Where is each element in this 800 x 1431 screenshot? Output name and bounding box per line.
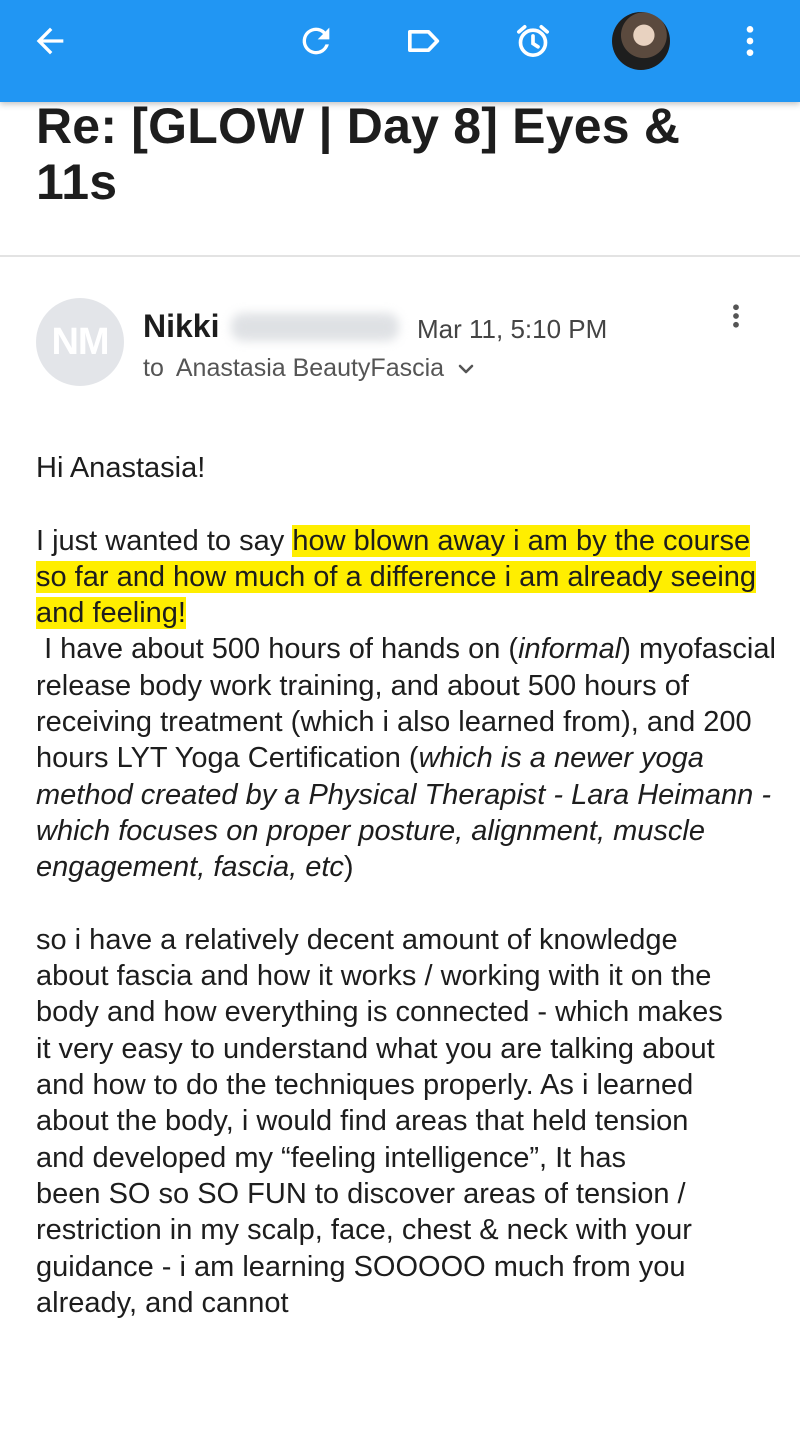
to-label: to (143, 354, 164, 382)
more-vertical-icon[interactable] (728, 19, 772, 63)
email-subject: Re: [GLOW | Day 8] Eyes & 11s (36, 98, 681, 210)
greeting: Hi Anastasia! (36, 452, 206, 484)
recipient-line[interactable]: to Anastasia BeautyFascia (143, 354, 478, 383)
body-paragraph-3: so i have a relatively decent amount of … (36, 923, 723, 1174)
email-date: Mar 11, 5:10 PM (417, 314, 608, 344)
email-body: Hi Anastasia! I just wanted to say how b… (36, 450, 776, 1321)
paragraph-1-lead: I just wanted to say (36, 524, 293, 557)
label-tag-icon[interactable] (402, 19, 446, 63)
alarm-clock-icon[interactable] (511, 19, 555, 63)
app-toolbar (0, 0, 800, 102)
header-divider (0, 255, 800, 257)
redacted-surname (231, 313, 399, 341)
message-more-icon[interactable] (720, 294, 752, 338)
informal-text: informal (518, 633, 622, 666)
account-avatar[interactable] (612, 12, 670, 70)
back-arrow-icon[interactable] (28, 19, 72, 63)
recipient-name: Anastasia BeautyFascia (175, 354, 445, 382)
paragraph-2-a: I have about 500 hours of hands on ( (36, 633, 519, 666)
body-paragraph-4: been SO so SO FUN to discover areas of t… (36, 1177, 692, 1319)
body-paragraph-2: I have about 500 hours of hands on (info… (36, 631, 776, 885)
chevron-down-icon[interactable] (454, 357, 478, 381)
paragraph-2-c: ) (343, 851, 354, 884)
body-paragraph-1: I just wanted to say how blown away i am… (36, 523, 776, 632)
sender-name: Nikki (143, 308, 220, 344)
sender-avatar[interactable]: NM (36, 298, 124, 386)
refresh-icon[interactable] (294, 19, 338, 63)
